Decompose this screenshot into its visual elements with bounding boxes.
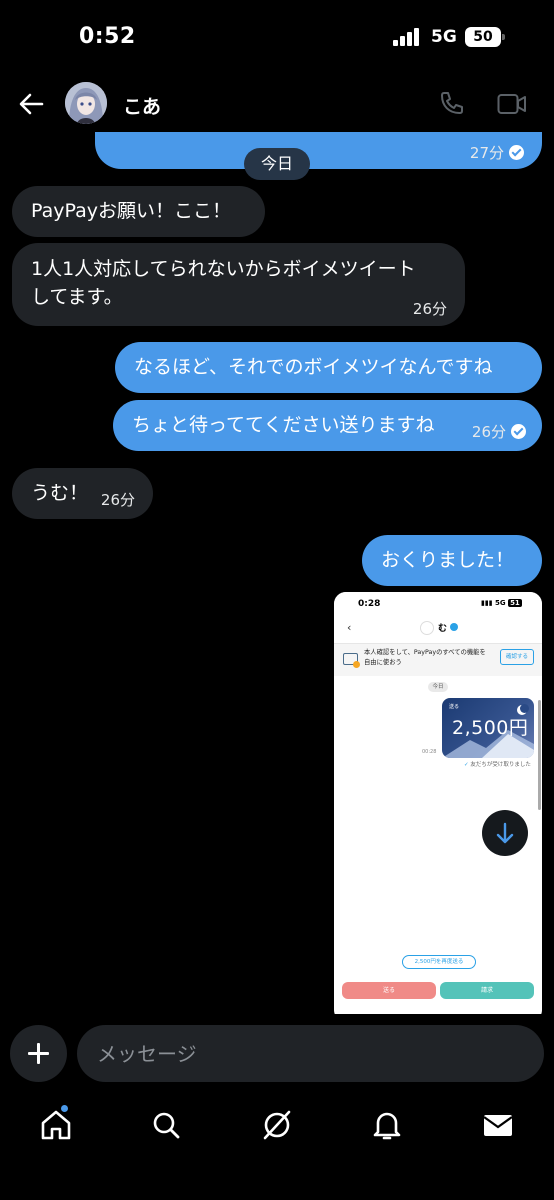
message-time: 27分 — [469, 144, 504, 162]
status-bar: 0:52 5G 50 — [0, 0, 554, 76]
attachment-back-icon: ‹ — [347, 621, 352, 634]
outgoing-message[interactable]: ちょと待っててください送りますね 26分 — [113, 400, 542, 451]
attachment-header: ‹ む — [334, 616, 542, 644]
outgoing-message[interactable]: なるほど、それでのボイメツイなんですね — [115, 342, 542, 393]
message-input[interactable] — [97, 1025, 517, 1082]
grok-icon[interactable] — [257, 1108, 297, 1142]
received-check-icon: ✓ — [464, 762, 469, 768]
phone-icon[interactable] — [438, 91, 464, 117]
add-attachment-button[interactable] — [10, 1025, 67, 1082]
attachment-contact: む — [438, 624, 448, 634]
bottom-tab-bar — [0, 1100, 554, 1200]
card-label: 送る — [449, 704, 460, 710]
message-text: なるほど、それでのボイメツイなんですね — [134, 356, 493, 378]
card-amount: 2,500円 — [452, 717, 529, 739]
message-time: 26分 — [100, 491, 135, 509]
send-money-button: 送る — [342, 982, 436, 999]
message-text: うむ！ — [31, 482, 89, 504]
verified-icon — [450, 623, 458, 631]
status-time: 0:52 — [79, 24, 136, 49]
chat-header: こあ — [0, 76, 554, 132]
card-time: 00:28 — [422, 749, 437, 755]
request-money-button: 請求 — [440, 982, 534, 999]
message-text: ちょと待っててください送りますね — [132, 414, 435, 436]
resend-button: 2,500円を再度送る — [402, 955, 476, 969]
incoming-message[interactable]: 1人1人対応してられないからボイメツイート してます。 26分 — [12, 243, 465, 326]
message-text: PayPayお願い！ここ！ — [31, 200, 231, 222]
read-check-icon — [509, 145, 524, 160]
incoming-message[interactable]: うむ！ 26分 — [12, 468, 153, 519]
received-text: 友だちが受け取りました — [470, 762, 531, 768]
message-text: おくりました！ — [381, 549, 515, 571]
message-time: 26分 — [471, 423, 506, 441]
attachment-avatar — [420, 621, 434, 635]
banner-text: 本人確認をして、PayPayのすべての機能を自由に使おう — [364, 649, 486, 666]
message-text-line: してます。 — [31, 286, 123, 308]
chat-thread: 27分 今日 PayPayお願い！ここ！ 1人1人対応してられないからボイメツイ… — [0, 132, 554, 1014]
attachment-scrollbar — [538, 700, 541, 810]
payment-card: 送る 2,500円 — [442, 698, 534, 758]
bell-icon[interactable] — [367, 1108, 407, 1142]
video-call-icon[interactable] — [497, 93, 527, 115]
attachment-battery: 51 — [508, 599, 522, 607]
attachment-network: 5G — [495, 599, 506, 607]
warning-icon — [353, 661, 360, 668]
avatar[interactable] — [65, 82, 107, 124]
signal-icon — [393, 28, 423, 46]
outgoing-message[interactable]: おくりました！ — [362, 535, 542, 586]
contact-name[interactable]: こあ — [123, 92, 161, 119]
outgoing-message[interactable]: 27分 — [95, 132, 542, 169]
read-check-icon — [511, 424, 526, 439]
home-icon[interactable] — [36, 1108, 76, 1142]
notification-dot — [60, 1104, 69, 1113]
message-time: 26分 — [412, 300, 447, 318]
search-icon[interactable] — [146, 1108, 186, 1142]
scroll-to-bottom-button[interactable] — [482, 810, 528, 856]
attachment-time: 0:28 — [358, 599, 381, 609]
attachment-date: 今日 — [428, 682, 448, 692]
attachment-banner: 本人確認をして、PayPayのすべての機能を自由に使おう 確認する — [334, 644, 542, 676]
incoming-message[interactable]: PayPayお願い！ここ！ — [12, 186, 265, 237]
arrow-down-icon — [496, 822, 514, 844]
banner-button: 確認する — [500, 649, 534, 665]
image-attachment[interactable]: 0:28 ▮▮▮ 5G 51 ‹ む 本人確認をして、PayPayのすべての機能… — [334, 592, 542, 1014]
mail-icon[interactable] — [478, 1108, 518, 1142]
date-divider: 今日 — [244, 148, 310, 180]
message-text-line: 1人1人対応してられないからボイメツイート — [31, 258, 416, 280]
battery-icon: 50 — [465, 27, 505, 47]
attachment-status-bar: 0:28 ▮▮▮ 5G 51 — [334, 592, 542, 616]
back-arrow-icon[interactable] — [18, 92, 44, 116]
network-label: 5G — [431, 27, 457, 47]
message-composer — [77, 1025, 544, 1082]
